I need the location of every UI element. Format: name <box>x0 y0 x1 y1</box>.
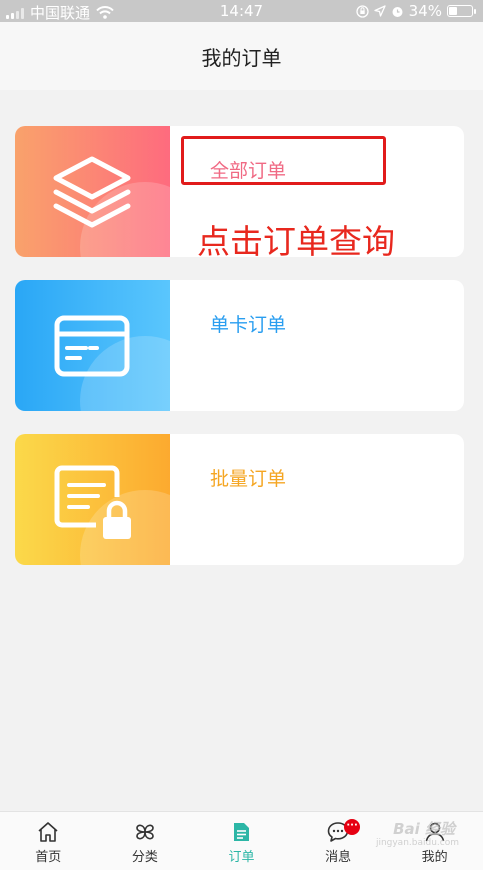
order-icon <box>234 823 250 841</box>
home-icon <box>38 822 58 842</box>
card-batch-orders-label: 批量订单 <box>210 468 287 490</box>
page-title: 我的订单 <box>201 45 282 70</box>
card-batch-orders[interactable]: 批量订单 <box>15 434 464 565</box>
tab-home-label: 首页 <box>35 850 62 865</box>
layers-icon <box>53 156 131 228</box>
nav-bar: 我的订单 <box>0 22 483 90</box>
watermark-sub: jingyan.baidu.com <box>375 838 459 848</box>
message-badge: ··· <box>344 819 361 835</box>
tab-messages[interactable]: ··· 消息 <box>290 812 387 870</box>
tab-home[interactable]: 首页 <box>0 812 97 870</box>
tab-category[interactable]: 分类 <box>97 812 194 870</box>
annotation-text: 点击订单查询 <box>197 222 395 261</box>
card-all-orders-banner <box>15 126 170 257</box>
watermark: Bai 经验 <box>393 820 455 838</box>
highlight-box <box>181 136 386 185</box>
alarm-icon <box>392 6 403 17</box>
card-single-orders-label: 单卡订单 <box>210 314 287 336</box>
category-icon <box>136 824 154 840</box>
card-icon <box>54 315 130 377</box>
locked-document-icon <box>54 465 131 539</box>
tab-mine-label: 我的 <box>421 850 448 865</box>
card-single-orders[interactable]: 单卡订单 <box>15 280 464 411</box>
battery-icon <box>447 5 476 17</box>
battery-percent: 34% <box>408 2 442 20</box>
tab-messages-label: 消息 <box>325 850 352 865</box>
lock-rotation-icon <box>356 4 369 18</box>
card-single-orders-banner <box>15 280 170 411</box>
status-bar: 中国联通 14:47 34% <box>0 0 483 22</box>
tab-orders[interactable]: 订单 <box>193 812 290 870</box>
location-icon <box>374 5 386 17</box>
card-batch-orders-banner <box>15 434 170 565</box>
tab-category-label: 分类 <box>131 850 158 865</box>
tab-orders-label: 订单 <box>228 850 255 865</box>
status-right: 34% <box>356 2 476 20</box>
